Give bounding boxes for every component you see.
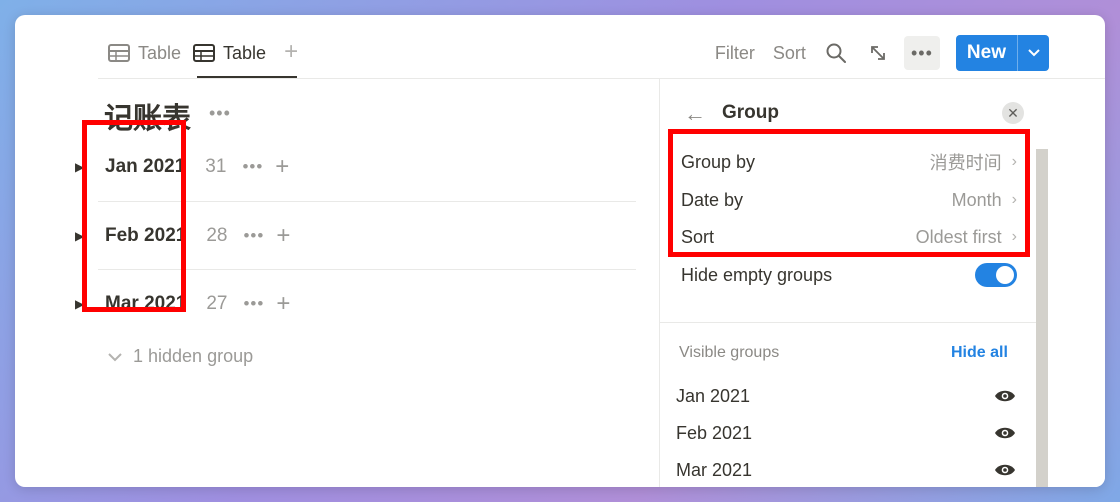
panel-divider	[660, 322, 1036, 323]
group-row: ▶ Mar 2021 27 ••• +	[75, 284, 635, 324]
tab-label: Table	[138, 42, 182, 63]
toggle-knob	[996, 266, 1014, 284]
table-icon	[193, 44, 216, 62]
panel-title: Group	[722, 102, 779, 123]
chevron-right-icon: ›	[1011, 153, 1017, 170]
close-icon[interactable]: ✕	[1002, 102, 1024, 124]
search-icon[interactable]	[824, 41, 848, 65]
option-value: 消费时间 ›	[930, 149, 1017, 175]
option-value: Month ›	[952, 190, 1017, 211]
group-label[interactable]: Mar 2021	[105, 293, 186, 315]
sort-option[interactable]: Sort Oldest first ›	[681, 219, 1017, 255]
hide-empty-groups-row: Hide empty groups	[681, 257, 1017, 293]
chevron-right-icon: ›	[1011, 228, 1017, 245]
app-window: Table Table + Filter Sort ••• New 记账表 ••…	[15, 15, 1105, 487]
visible-groups-label: Visible groups	[679, 344, 780, 361]
chevron-right-icon: ›	[1011, 191, 1017, 208]
visible-group-row: Feb 2021	[676, 418, 1016, 448]
group-count: 28	[206, 225, 228, 246]
hide-all-button[interactable]: Hide all	[951, 344, 1008, 362]
option-label: Sort	[681, 226, 715, 247]
expand-caret-icon[interactable]: ▶	[75, 297, 89, 311]
date-by-option[interactable]: Date by Month ›	[681, 182, 1017, 218]
group-row: ▶ Jan 2021 31 ••• +	[75, 147, 635, 187]
group-more-icon[interactable]: •••	[243, 226, 264, 246]
option-value-text: Oldest first	[915, 226, 1002, 247]
chevron-down-icon	[108, 352, 122, 361]
new-button-group: New	[955, 35, 1049, 71]
scrollbar[interactable]	[1036, 149, 1048, 487]
toolbar: Filter Sort ••• New	[697, 35, 1049, 71]
group-row: ▶ Feb 2021 28 ••• +	[75, 216, 635, 256]
group-by-option[interactable]: Group by 消费时间 ›	[681, 144, 1017, 180]
visible-group-row: Jan 2021	[676, 381, 1016, 411]
hidden-groups-toggle[interactable]: 1 hidden group	[107, 346, 253, 367]
eye-icon[interactable]	[994, 463, 1016, 477]
group-label[interactable]: Feb 2021	[105, 225, 186, 247]
tab-table-2[interactable]: Table	[193, 39, 274, 67]
group-settings-panel: ← Group ✕ Group by 消费时间 › Date by Month …	[659, 79, 1105, 487]
title-more-icon[interactable]: •••	[209, 103, 231, 124]
hidden-groups-label: 1 hidden group	[133, 346, 254, 366]
visible-group-label: Feb 2021	[676, 422, 753, 443]
group-count: 31	[205, 156, 227, 177]
more-options-icon[interactable]: •••	[903, 36, 940, 70]
new-button[interactable]: New	[956, 35, 1017, 71]
expand-caret-icon[interactable]: ▶	[75, 229, 89, 243]
page-title: 记账表	[104, 101, 192, 135]
sort-button[interactable]: Sort	[773, 43, 806, 64]
option-value-text: Month	[951, 189, 1002, 210]
group-more-icon[interactable]: •••	[243, 294, 264, 314]
group-add-icon[interactable]: +	[276, 292, 290, 316]
group-more-icon[interactable]: •••	[242, 157, 263, 177]
option-value: Oldest first ›	[916, 227, 1017, 248]
group-add-icon[interactable]: +	[276, 224, 290, 248]
eye-icon[interactable]	[994, 426, 1016, 440]
view-tabs: Table Table +	[108, 39, 298, 79]
hide-empty-toggle[interactable]	[975, 263, 1017, 287]
option-value-text: 消费时间	[929, 153, 1002, 173]
expand-caret-icon[interactable]: ▶	[75, 160, 89, 174]
group-add-icon[interactable]: +	[275, 155, 289, 179]
visible-group-row: Mar 2021	[676, 455, 1016, 485]
back-arrow-icon[interactable]: ←	[684, 101, 706, 127]
table-icon	[108, 44, 130, 62]
filter-button[interactable]: Filter	[715, 43, 755, 64]
row-divider	[98, 201, 636, 202]
option-label: Group by	[681, 151, 756, 172]
option-label: Hide empty groups	[681, 264, 833, 285]
visible-group-label: Mar 2021	[676, 459, 753, 480]
expand-icon[interactable]	[866, 41, 890, 65]
chevron-down-icon[interactable]	[1017, 35, 1049, 71]
eye-icon[interactable]	[994, 389, 1016, 403]
group-count: 27	[206, 293, 228, 314]
tab-table-1[interactable]: Table	[108, 39, 189, 67]
row-divider	[98, 269, 636, 270]
group-label[interactable]: Jan 2021	[105, 156, 185, 178]
visible-group-label: Jan 2021	[676, 385, 751, 406]
option-label: Date by	[681, 189, 744, 210]
add-view-icon[interactable]: +	[284, 39, 298, 65]
tab-label: Table	[223, 42, 267, 63]
